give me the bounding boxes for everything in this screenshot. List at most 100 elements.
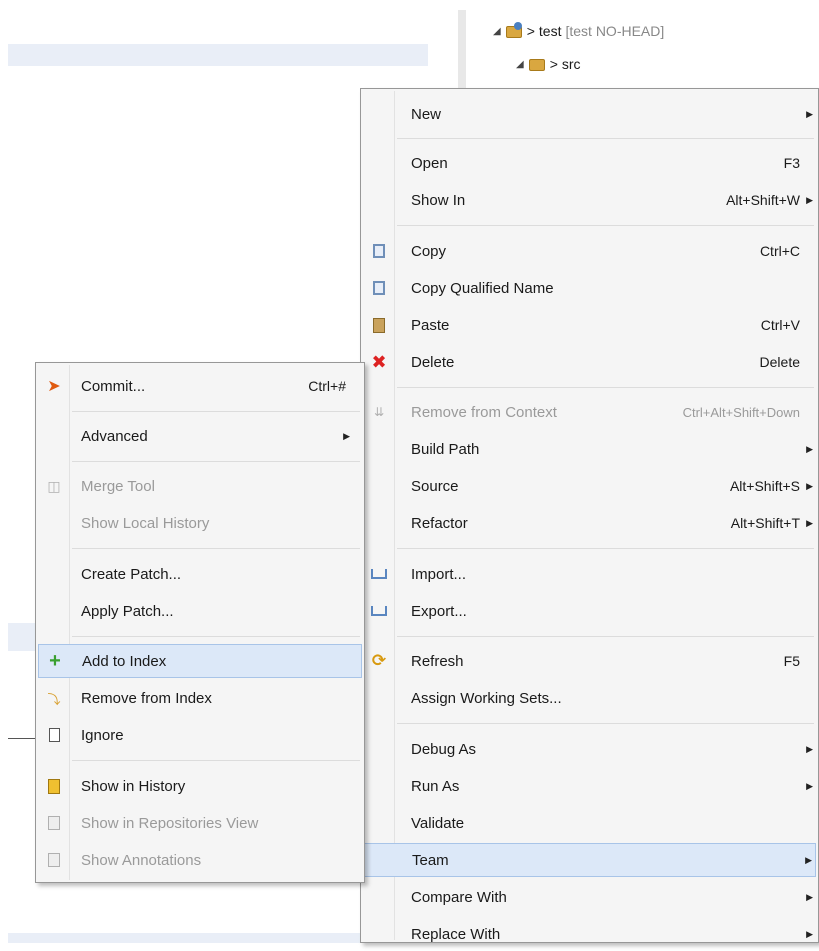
menu-item-shortcut: Alt+Shift+T	[730, 515, 800, 531]
menu-item-label: Replace With	[411, 925, 501, 943]
menu-item-apply-patch[interactable]: Apply Patch...	[38, 594, 362, 628]
menu-item-shortcut: Ctrl+#	[308, 378, 346, 394]
menu-item-label: Create Patch...	[81, 565, 182, 583]
team-submenu: ➤ Commit... Ctrl+# Advanced ▶ ◫ Merge To…	[35, 362, 365, 883]
show-in-repositories-icon	[44, 813, 64, 833]
menu-item-delete[interactable]: ✖ Delete Delete	[363, 345, 816, 379]
menu-separator	[397, 225, 814, 226]
menu-item-show-annotations[interactable]: Show Annotations	[38, 843, 362, 877]
tree-divider	[458, 10, 466, 90]
source-folder-icon	[528, 55, 546, 73]
menu-item-shortcut: Ctrl+V	[760, 317, 800, 333]
remove-from-context-icon: ⇊	[373, 405, 385, 419]
merge-tool-icon: ◫	[47, 477, 61, 494]
menu-item-paste[interactable]: Paste Ctrl+V	[363, 308, 816, 342]
add-to-index-icon: +	[49, 649, 61, 672]
menu-item-label: Show Local History	[81, 514, 210, 532]
menu-item-label: Show in Repositories View	[81, 814, 259, 832]
menu-item-add-to-index[interactable]: + Add to Index	[38, 644, 362, 678]
expand-toggle-icon[interactable]: ◢	[516, 59, 524, 70]
menu-item-label: Commit...	[81, 377, 146, 395]
menu-item-team[interactable]: Team ▶	[363, 843, 816, 877]
menu-item-refactor[interactable]: Refactor Alt+Shift+T ▶	[363, 506, 816, 540]
menu-item-create-patch[interactable]: Create Patch...	[38, 557, 362, 591]
tree-item-label: test	[538, 23, 562, 39]
menu-item-shortcut: Ctrl+Alt+Shift+Down	[682, 404, 800, 420]
menu-item-label: Copy Qualified Name	[411, 279, 554, 297]
submenu-arrow-icon: ▶	[806, 928, 813, 939]
menu-item-export[interactable]: Export...	[363, 594, 816, 628]
menu-item-label: Show In	[411, 191, 466, 209]
menu-item-label: Source	[411, 477, 459, 495]
commit-icon: ➤	[47, 378, 61, 395]
menu-item-shortcut: Ctrl+C	[759, 243, 800, 259]
view-background-strip-bottom	[8, 933, 360, 943]
menu-separator	[397, 723, 814, 724]
menu-item-shortcut: F5	[783, 653, 800, 669]
menu-item-label: Refresh	[411, 652, 464, 670]
tree-item-label: src	[561, 56, 581, 72]
import-icon	[369, 564, 389, 584]
menu-item-label: Debug As	[411, 740, 477, 758]
paste-icon	[369, 315, 389, 335]
menu-separator	[72, 636, 360, 637]
menu-item-show-in-repositories-view[interactable]: Show in Repositories View	[38, 806, 362, 840]
menu-item-show-local-history[interactable]: Show Local History	[38, 506, 362, 540]
expand-toggle-icon[interactable]: ◢	[493, 26, 501, 37]
tree-item-prefix: >	[549, 56, 558, 72]
menu-item-label: Add to Index	[82, 652, 167, 670]
menu-item-label: New	[411, 105, 442, 123]
submenu-arrow-icon: ▶	[806, 194, 813, 205]
tree-item-src[interactable]: ◢ > src	[516, 55, 581, 73]
tree-item-project[interactable]: ◢ > test [test NO-HEAD]	[493, 22, 664, 40]
menu-item-label: Show Annotations	[81, 851, 202, 869]
menu-item-label: Apply Patch...	[81, 602, 174, 620]
menu-item-new[interactable]: New ▶	[363, 97, 816, 131]
menu-item-label: Run As	[411, 777, 460, 795]
menu-item-copy[interactable]: Copy Ctrl+C	[363, 234, 816, 268]
menu-item-import[interactable]: Import...	[363, 557, 816, 591]
menu-item-debug-as[interactable]: Debug As ▶	[363, 732, 816, 766]
side-rule	[8, 738, 36, 739]
menu-item-copy-qualified-name[interactable]: Copy Qualified Name	[363, 271, 816, 305]
submenu-arrow-icon: ▶	[806, 480, 813, 491]
submenu-arrow-icon: ▶	[806, 443, 813, 454]
menu-item-open[interactable]: Open F3	[363, 146, 816, 180]
menu-item-merge-tool[interactable]: ◫ Merge Tool	[38, 469, 362, 503]
submenu-arrow-icon: ▶	[805, 854, 812, 865]
menu-item-ignore[interactable]: Ignore	[38, 718, 362, 752]
menu-item-label: Remove from Index	[81, 689, 212, 707]
editor-background-strip	[8, 44, 428, 66]
menu-item-label: Copy	[411, 242, 447, 260]
menu-item-shortcut: Delete	[759, 354, 800, 370]
menu-item-label: Build Path	[411, 440, 480, 458]
show-in-history-icon	[44, 776, 64, 796]
menu-item-label: Merge Tool	[81, 477, 155, 495]
menu-item-validate[interactable]: Validate	[363, 806, 816, 840]
menu-separator	[397, 387, 814, 388]
menu-item-show-in[interactable]: Show In Alt+Shift+W ▶	[363, 183, 816, 217]
menu-item-replace-with[interactable]: Replace With ▶	[363, 917, 816, 951]
menu-item-label: Team	[412, 851, 449, 869]
show-annotations-icon	[44, 850, 64, 870]
delete-icon: ✖	[371, 351, 387, 372]
menu-item-label: Validate	[411, 814, 465, 832]
menu-item-advanced[interactable]: Advanced ▶	[38, 419, 362, 453]
menu-item-refresh[interactable]: ⟳ Refresh F5	[363, 644, 816, 678]
menu-item-remove-from-context[interactable]: ⇊ Remove from Context Ctrl+Alt+Shift+Dow…	[363, 395, 816, 429]
menu-item-compare-with[interactable]: Compare With ▶	[363, 880, 816, 914]
menu-item-run-as[interactable]: Run As ▶	[363, 769, 816, 803]
submenu-arrow-icon: ▶	[343, 430, 350, 441]
context-menu: New ▶ Open F3 Show In Alt+Shift+W ▶ Copy…	[360, 88, 819, 943]
menu-item-build-path[interactable]: Build Path ▶	[363, 432, 816, 466]
menu-item-assign-working-sets[interactable]: Assign Working Sets...	[363, 681, 816, 715]
menu-item-show-in-history[interactable]: Show in History	[38, 769, 362, 803]
menu-item-label: Export...	[411, 602, 467, 620]
menu-item-commit[interactable]: ➤ Commit... Ctrl+#	[38, 369, 362, 403]
menu-item-remove-from-index[interactable]: ⤵ Remove from Index	[38, 681, 362, 715]
menu-item-label: Assign Working Sets...	[411, 689, 562, 707]
menu-item-label: Remove from Context	[411, 403, 557, 421]
menu-item-source[interactable]: Source Alt+Shift+S ▶	[363, 469, 816, 503]
menu-item-shortcut: Alt+Shift+S	[729, 478, 800, 494]
submenu-arrow-icon: ▶	[806, 780, 813, 791]
